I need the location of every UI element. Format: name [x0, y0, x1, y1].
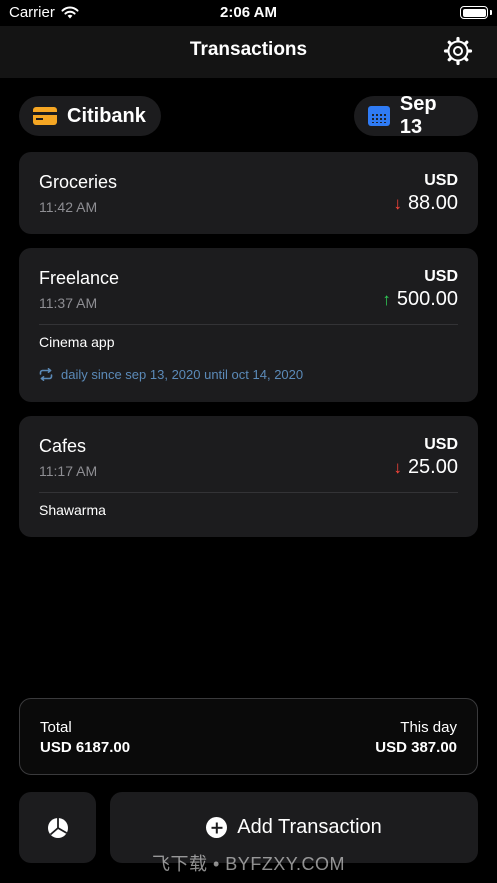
total-label: Total — [40, 719, 72, 736]
arrow-down-icon: ↓ — [393, 194, 402, 213]
transaction-time: 11:17 AM — [39, 463, 98, 479]
amount-value: 25.00 — [407, 456, 458, 478]
watermark: 飞下载 • BYFZXY.COM — [152, 854, 345, 874]
divider — [39, 492, 458, 493]
transaction-card-freelance[interactable]: Freelance 11:37 AM USD ↑ 500.00 Cinema a… — [19, 248, 478, 402]
transaction-name: Cafes — [39, 436, 87, 456]
summary-panel: Total USD 6187.00 This day USD 387.00 — [19, 698, 478, 775]
amount-value: 500.00 — [396, 288, 458, 310]
transaction-amount: ↓ 25.00 — [393, 456, 458, 479]
transaction-note: Shawarma — [39, 502, 106, 518]
day-value: USD 387.00 — [375, 739, 457, 756]
credit-card-icon — [33, 107, 57, 125]
page-title: Transactions — [189, 39, 308, 60]
transaction-name: Freelance — [39, 268, 120, 288]
total-value: USD 6187.00 — [40, 739, 131, 756]
transaction-recurrence: daily since sep 13, 2020 until oct 14, 2… — [39, 367, 303, 382]
gear-icon — [443, 36, 473, 66]
transaction-currency: USD — [424, 268, 458, 285]
add-transaction-label: Add Transaction — [237, 816, 382, 838]
battery-tip — [490, 10, 492, 15]
transaction-currency: USD — [424, 172, 458, 189]
repeat-icon — [39, 368, 53, 381]
arrow-down-icon: ↓ — [393, 458, 402, 477]
nav-bar: Transactions — [0, 26, 497, 78]
transaction-currency: USD — [424, 436, 458, 453]
settings-button[interactable] — [443, 36, 473, 66]
transaction-time: 11:42 AM — [39, 199, 98, 215]
transaction-note: Cinema app — [39, 334, 115, 350]
account-label: Citibank — [67, 104, 146, 127]
status-time: 2:06 AM — [220, 4, 277, 21]
recurrence-text: daily since sep 13, 2020 until oct 14, 2… — [61, 367, 304, 382]
transaction-card-groceries[interactable]: Groceries 11:42 AM USD ↓ 88.00 — [19, 152, 478, 234]
status-bar: Carrier 2:06 AM — [0, 0, 497, 26]
divider — [39, 324, 458, 325]
date-label: Sep 13 — [399, 93, 437, 138]
arrow-up-icon: ↑ — [382, 290, 391, 309]
transaction-card-cafes[interactable]: Cafes 11:17 AM USD ↓ 25.00 Shawarma — [19, 416, 478, 537]
account-selector[interactable]: Citibank — [19, 96, 161, 136]
transaction-time: 11:37 AM — [39, 295, 98, 311]
amount-value: 88.00 — [407, 192, 458, 214]
plus-circle-icon — [206, 817, 228, 838]
transaction-name: Groceries — [39, 172, 118, 192]
pie-chart-icon — [47, 817, 68, 838]
transaction-amount: ↑ 500.00 — [382, 288, 458, 311]
battery-icon — [460, 6, 488, 19]
transaction-amount: ↓ 88.00 — [393, 192, 458, 215]
calendar-icon — [368, 106, 390, 126]
date-selector[interactable]: Sep 13 — [354, 93, 478, 138]
day-label: This day — [400, 719, 457, 736]
